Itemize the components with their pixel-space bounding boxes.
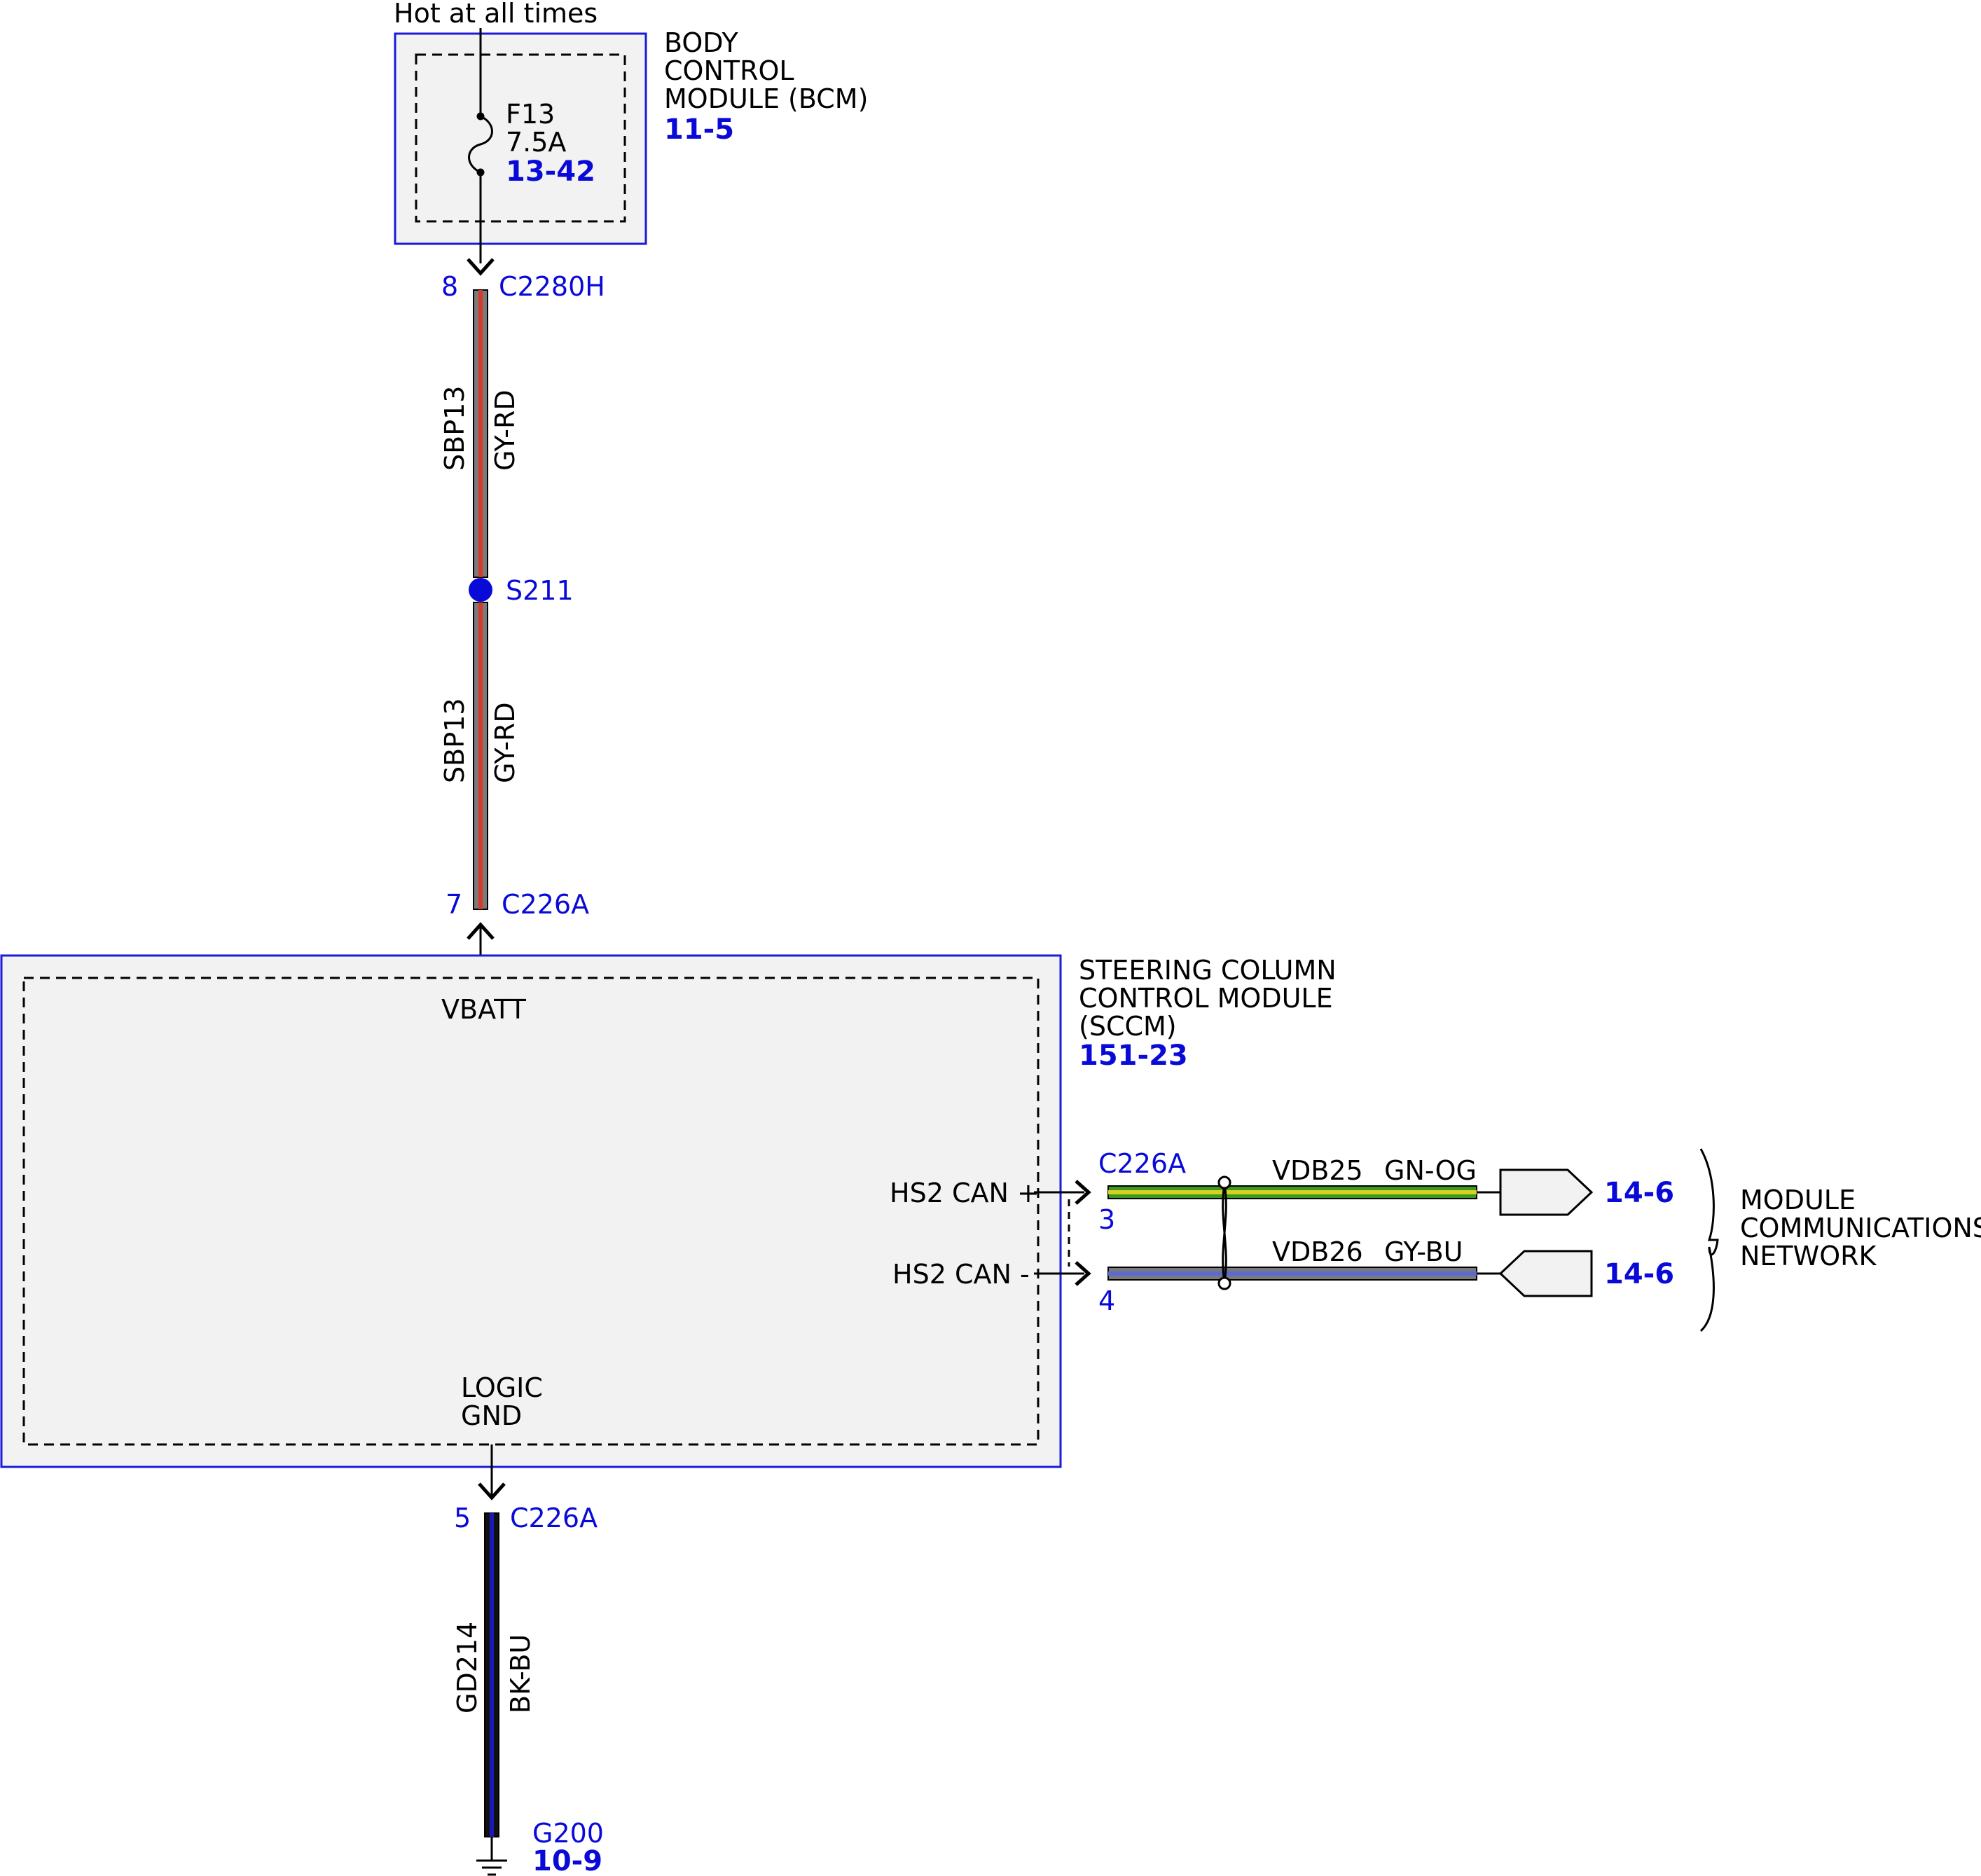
sccm-vbatt-label: VBATT <box>441 994 527 1025</box>
ground-id: G200 <box>532 1818 604 1849</box>
can-minus-pin: 4 <box>1098 1285 1115 1316</box>
vdb25-circuit: VDB25 <box>1272 1155 1363 1186</box>
can-plus-ref-link[interactable]: 14-6 <box>1604 1177 1674 1209</box>
vdb25-color: GN-OG <box>1384 1155 1477 1186</box>
network-line-3: NETWORK <box>1740 1241 1877 1271</box>
wire-upper-circuit: SBP13 <box>439 386 470 471</box>
sccm-name-line-2: CONTROL MODULE <box>1079 983 1333 1014</box>
ground-icon <box>476 1837 507 1876</box>
sccm-name-line-3: (SCCM) <box>1079 1011 1177 1042</box>
wire-lower-color: GY-RD <box>490 702 520 783</box>
gd214-circuit: GD214 <box>452 1622 483 1713</box>
network-line-1: MODULE <box>1740 1185 1856 1215</box>
network-line-2: COMMUNICATIONS <box>1740 1213 1981 1243</box>
ground-pin: 5 <box>454 1503 471 1533</box>
splice-label: S211 <box>506 575 574 606</box>
wire-lower-circuit: SBP13 <box>439 698 470 783</box>
sccm-logic-gnd-line-2: GND <box>461 1400 522 1431</box>
vdb26-circuit: VDB26 <box>1272 1236 1363 1267</box>
network-brace-icon <box>1699 1148 1719 1332</box>
wire-vdb26[interactable] <box>1107 1267 1500 1281</box>
can-minus-offpage-connector-icon[interactable] <box>1498 1250 1593 1297</box>
ground-connector-label: C226A <box>510 1503 598 1533</box>
splice-dot-icon[interactable] <box>469 578 492 602</box>
gd214-color: BK-BU <box>505 1634 536 1713</box>
can-connector-label: C226A <box>1098 1148 1186 1179</box>
wire-sbp13-lower[interactable] <box>473 602 488 910</box>
bcm-name-line-1: BODY <box>664 27 738 58</box>
top-note: Hot at all times <box>394 0 598 29</box>
sccm-logic-gnd-line-1: LOGIC <box>461 1372 543 1403</box>
bcm-name-line-3: MODULE (BCM) <box>664 83 868 114</box>
fuse-rating: 7.5A <box>506 127 566 158</box>
ground-ref-link[interactable]: 10-9 <box>532 1845 602 1876</box>
bcm-ref-link[interactable]: 11-5 <box>664 113 734 146</box>
wire-sbp13-upper[interactable] <box>473 289 488 578</box>
c2280h-pin: 8 <box>441 271 458 302</box>
can-minus-ref-link[interactable]: 14-6 <box>1604 1258 1674 1290</box>
sccm-ref-link[interactable]: 151-23 <box>1079 1040 1188 1072</box>
sccm-can-minus-label: HS2 CAN - <box>892 1259 1030 1290</box>
c226a-pin7: 7 <box>446 889 462 920</box>
bcm-name-line-2: CONTROL <box>664 55 794 86</box>
wire-vdb25[interactable] <box>1107 1185 1500 1199</box>
can-plus-offpage-connector-icon[interactable] <box>1499 1168 1594 1216</box>
c226a-top-connector-label: C226A <box>502 889 589 920</box>
wire-gd214[interactable] <box>484 1512 499 1837</box>
sccm-can-plus-label: HS2 CAN + <box>890 1178 1040 1208</box>
c2280h-connector-label: C2280H <box>499 271 605 302</box>
wire-upper-color: GY-RD <box>490 389 520 471</box>
can-plus-pin: 3 <box>1098 1204 1115 1235</box>
vdb26-color: GY-BU <box>1384 1236 1463 1267</box>
fuse-id: F13 <box>506 99 555 130</box>
sccm-name-line-1: STEERING COLUMN <box>1079 955 1337 986</box>
wiring-diagram: Hot at all times BODY CONTROL MODULE (BC… <box>0 0 1981 1876</box>
fuse-ref-link[interactable]: 13-42 <box>506 156 595 188</box>
